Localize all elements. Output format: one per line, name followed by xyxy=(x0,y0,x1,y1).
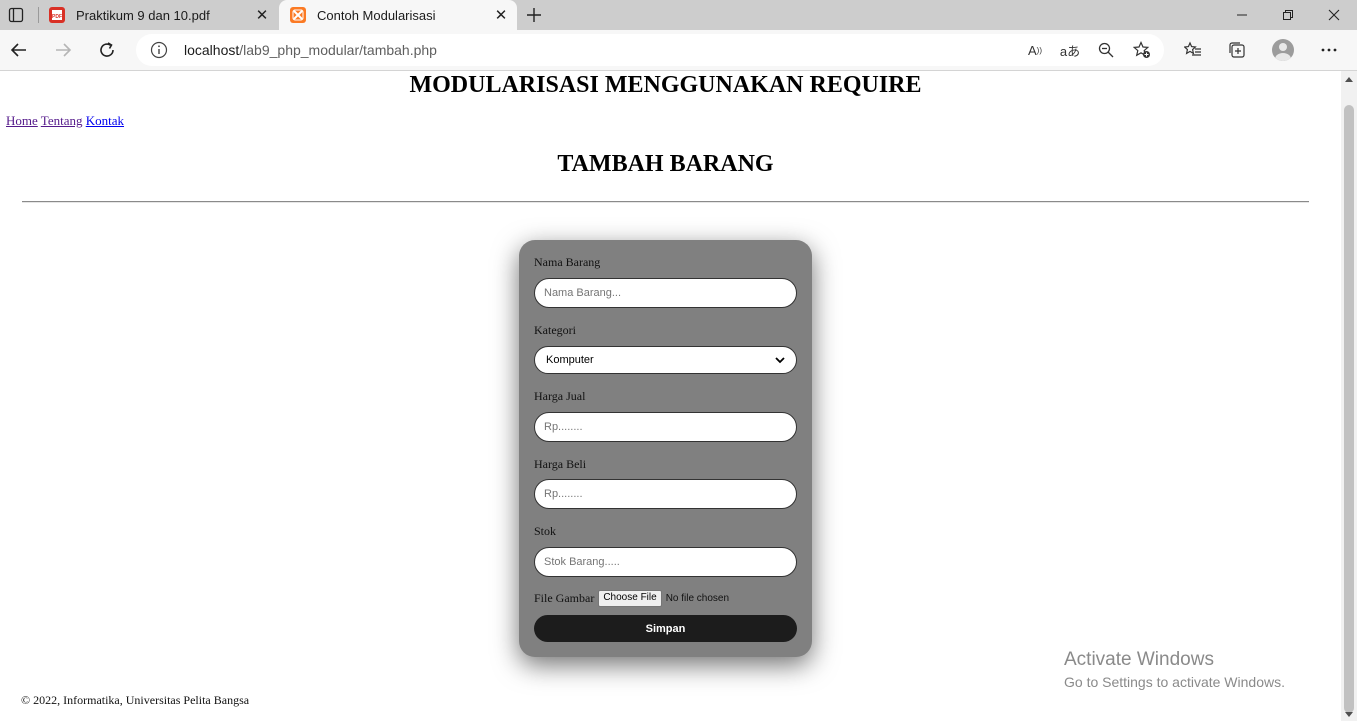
page-heading: TAMBAH BARANG xyxy=(557,151,774,177)
tab-contoh-modularisasi[interactable]: Contoh Modularisasi ✕ xyxy=(279,0,517,30)
harga-jual-input[interactable] xyxy=(534,412,797,442)
zoom-out-icon[interactable] xyxy=(1095,40,1117,60)
more-options-icon[interactable] xyxy=(1317,38,1341,62)
svg-text:PDF: PDF xyxy=(52,14,62,20)
nav-menu: Home Tentang Kontak xyxy=(6,113,124,129)
scrollbar-thumb[interactable] xyxy=(1344,105,1354,713)
watermark-subtitle: Go to Settings to activate Windows. xyxy=(1064,674,1285,690)
back-icon[interactable] xyxy=(5,36,33,64)
divider xyxy=(22,201,1309,203)
kategori-selected-value: Komputer xyxy=(546,354,594,366)
close-tab-icon[interactable]: ✕ xyxy=(250,6,274,24)
harga-jual-label: Harga Jual xyxy=(534,389,586,403)
stok-label: Stok xyxy=(534,524,557,538)
file-status: No file chosen xyxy=(665,593,730,604)
nama-barang-input[interactable] xyxy=(534,278,797,308)
site-info-icon[interactable] xyxy=(150,41,168,59)
tab-pdf[interactable]: PDF Praktikum 9 dan 10.pdf ✕ xyxy=(38,0,278,30)
tambah-barang-form: Nama Barang Kategori Komputer Harga Jual… xyxy=(519,240,812,657)
forward-icon xyxy=(49,36,77,64)
url-host: localhost xyxy=(184,42,240,58)
read-aloud-icon[interactable]: A)) xyxy=(1024,40,1046,60)
chevron-down-icon xyxy=(775,356,785,363)
scroll-up-icon[interactable] xyxy=(1345,77,1353,82)
watermark-title: Activate Windows xyxy=(1064,649,1214,670)
nav-link-tentang[interactable]: Tentang xyxy=(41,113,83,128)
harga-beli-label: Harga Beli xyxy=(534,457,587,471)
favorites-icon[interactable] xyxy=(1181,38,1205,62)
tab-strip: PDF Praktikum 9 dan 10.pdf ✕ Contoh Modu… xyxy=(0,0,1357,30)
url-path: /lab9_php_modular/tambah.php xyxy=(239,42,437,58)
harga-beli-input[interactable] xyxy=(534,479,797,509)
add-favorite-icon[interactable] xyxy=(1131,40,1153,60)
site-title: MODULARISASI MENGGUNAKAN REQUIRE xyxy=(409,72,922,98)
pdf-icon: PDF xyxy=(49,7,65,23)
nav-link-home[interactable]: Home xyxy=(6,113,38,128)
address-bar[interactable]: localhost/lab9_php_modular/tambah.php A)… xyxy=(136,34,1164,66)
tab-title: Contoh Modularisasi xyxy=(317,7,436,23)
close-window-icon[interactable] xyxy=(1311,0,1357,30)
tab-actions-icon[interactable] xyxy=(4,3,28,27)
activate-windows-watermark: Activate Windows Go to Settings to activ… xyxy=(1064,649,1285,690)
kategori-label: Kategori xyxy=(534,323,576,337)
collections-icon[interactable] xyxy=(1225,38,1249,62)
browser-toolbar: localhost/lab9_php_modular/tambah.php A)… xyxy=(0,30,1357,71)
restore-icon[interactable] xyxy=(1265,0,1311,30)
choose-file-button[interactable]: Choose File xyxy=(598,590,662,607)
page-viewport: MODULARISASI MENGGUNAKAN REQUIRE Home Te… xyxy=(0,71,1341,721)
file-gambar-label: File Gambar xyxy=(534,591,595,605)
profile-avatar[interactable] xyxy=(1272,39,1294,61)
refresh-icon[interactable] xyxy=(93,36,121,64)
stok-input[interactable] xyxy=(534,547,797,577)
scroll-down-icon[interactable] xyxy=(1345,712,1353,717)
nama-barang-label: Nama Barang xyxy=(534,255,601,269)
xampp-icon xyxy=(290,7,306,23)
page-scrollbar[interactable] xyxy=(1341,71,1357,721)
close-tab-icon[interactable]: ✕ xyxy=(489,6,513,24)
file-gambar-row: File Gambar Choose File No file chosen xyxy=(534,590,729,607)
new-tab-icon[interactable] xyxy=(522,3,546,27)
kategori-select[interactable]: Komputer xyxy=(534,346,797,374)
simpan-button[interactable]: Simpan xyxy=(534,615,797,642)
translate-icon[interactable]: aあ xyxy=(1059,40,1081,60)
minimize-icon[interactable] xyxy=(1219,0,1265,30)
nav-link-kontak[interactable]: Kontak xyxy=(86,113,124,128)
footer-text: © 2022, Informatika, Universitas Pelita … xyxy=(21,693,250,707)
tab-title: Praktikum 9 dan 10.pdf xyxy=(76,7,210,23)
url-text[interactable]: localhost/lab9_php_modular/tambah.php xyxy=(184,42,437,58)
